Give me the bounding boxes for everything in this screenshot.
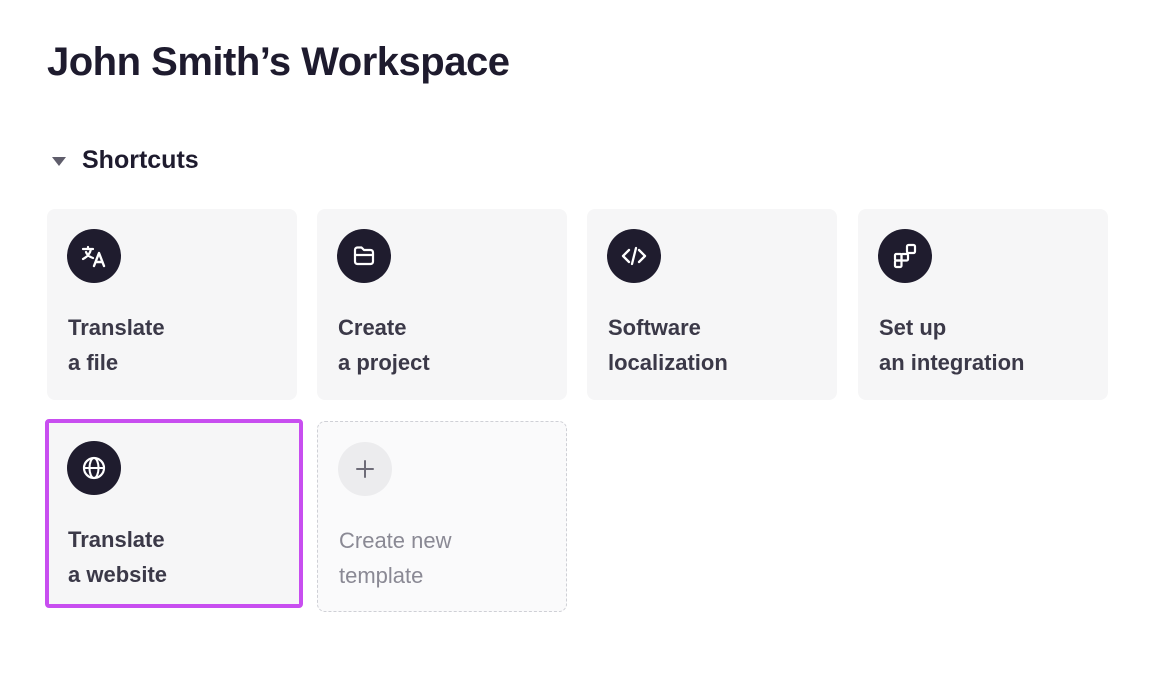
card-label-line1: Translate — [68, 527, 165, 552]
globe-icon — [67, 441, 121, 495]
card-label-line2: an integration — [879, 350, 1025, 375]
caret-down-icon — [52, 157, 66, 166]
workspace-page: John Smith’s Workspace Shortcuts Transla… — [0, 0, 1167, 675]
card-label-line2: a file — [68, 350, 119, 375]
integration-icon — [878, 229, 932, 283]
shortcut-translate-website[interactable]: Translate a website — [45, 419, 303, 608]
shortcut-create-project[interactable]: Create a project — [317, 209, 567, 400]
card-label-line1: Create new — [339, 528, 452, 553]
section-title: Shortcuts — [82, 146, 199, 174]
card-label-line2: template — [339, 563, 424, 588]
shortcut-setup-integration[interactable]: Set up an integration — [858, 209, 1108, 400]
plus-icon — [338, 442, 392, 496]
shortcut-translate-file[interactable]: Translate a file — [47, 209, 297, 400]
folder-icon — [337, 229, 391, 283]
card-label-line1: Software — [608, 315, 701, 340]
card-label-line1: Translate — [68, 315, 165, 340]
card-label-line2: localization — [608, 350, 728, 375]
shortcuts-section-toggle[interactable]: Shortcuts — [52, 146, 199, 175]
code-icon — [607, 229, 661, 283]
page-title: John Smith’s Workspace — [47, 40, 510, 84]
create-new-template-button[interactable]: Create new template — [317, 421, 567, 612]
card-label-line2: a website — [68, 562, 168, 587]
card-label-line1: Set up — [879, 315, 947, 340]
card-label-line2: a project — [338, 350, 430, 375]
card-label-line1: Create — [338, 315, 407, 340]
shortcut-software-localization[interactable]: Software localization — [587, 209, 837, 400]
translate-icon — [67, 229, 121, 283]
